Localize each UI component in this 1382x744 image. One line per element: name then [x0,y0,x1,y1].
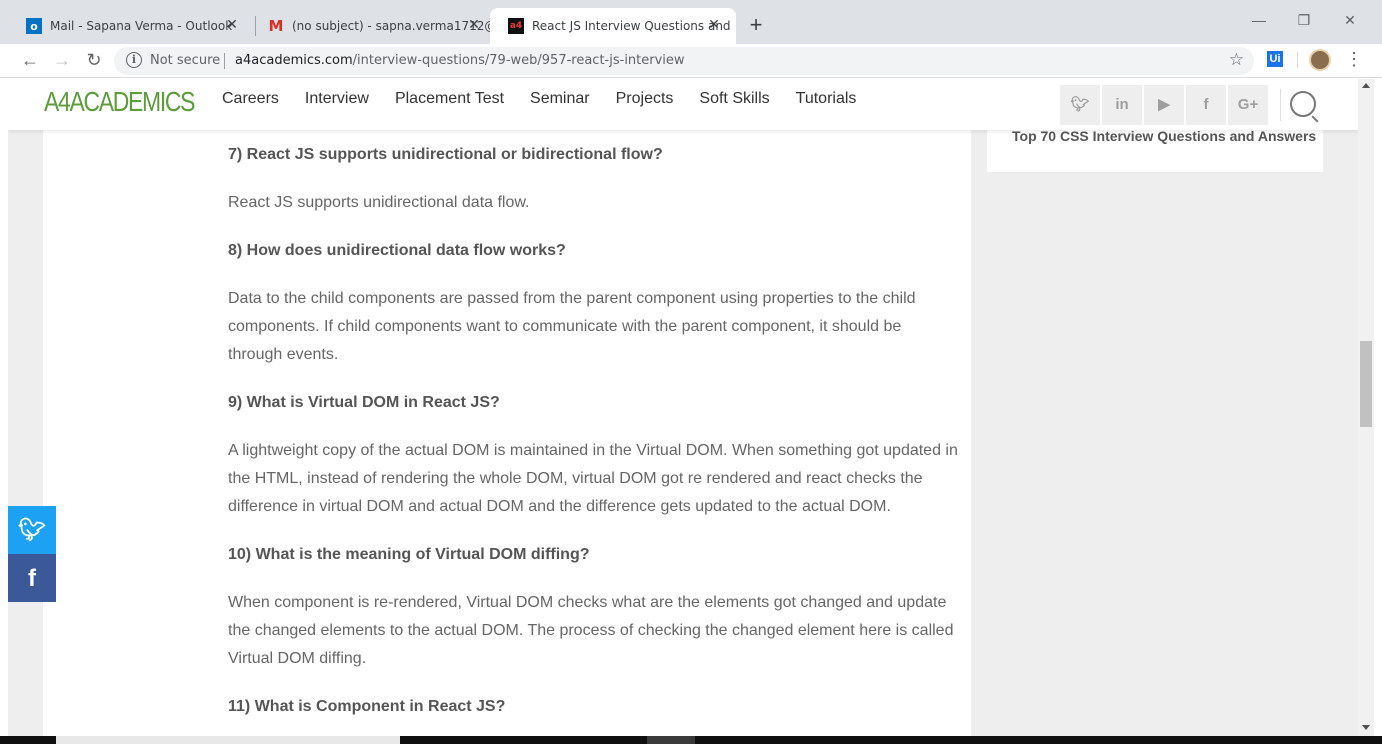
close-window-icon[interactable]: ✕ [1340,12,1360,29]
question-heading: 9) What is Virtual DOM in React JS? [228,394,500,411]
question-heading: 11) What is Component in React JS? [228,698,506,715]
answer-text: React JS supports unidirectional data fl… [228,194,530,211]
address-divider [224,53,225,69]
answer-text: When component is re-rendered, Virtual D… [228,594,954,667]
tab-title: Mail - Sapana Verma - Outlook [50,19,233,33]
tab-outlook[interactable]: o Mail - Sapana Verma - Outlook ✕ [8,8,254,44]
twitter-icon[interactable]: 🐦︎ [1060,85,1100,125]
bookmark-star-icon[interactable]: ☆ [1229,50,1244,70]
restore-icon[interactable]: ❐ [1294,12,1314,29]
menu-item-interview[interactable]: Interview [305,90,369,108]
close-tab-icon[interactable]: ✕ [466,17,482,33]
forward-icon[interactable]: → [50,48,74,72]
browser-menu-icon[interactable]: ⋮ [1345,49,1363,69]
tab-title: React JS Interview Questions and [532,19,731,33]
answer-text: A lightweight copy of the actual DOM is … [228,442,958,515]
back-icon[interactable]: ← [18,48,42,72]
question-heading: 7) React JS supports unidirectional or b… [228,146,663,163]
menu-item-placement-test[interactable]: Placement Test [395,90,504,108]
toolbar-divider [1297,52,1298,68]
main-menu: Careers Interview Placement Test Seminar… [222,90,882,108]
minimize-icon[interactable]: — [1249,12,1269,28]
reload-icon[interactable]: ↻ [82,48,106,72]
header-divider [1280,89,1281,121]
info-icon[interactable]: i [126,52,142,68]
menu-item-seminar[interactable]: Seminar [530,90,590,108]
scroll-up-arrow-icon[interactable] [1362,83,1370,88]
url-path: /interview-questions/79-web/957-react-js… [352,53,685,68]
scroll-down-arrow-icon[interactable] [1362,725,1370,730]
taskbar-search-box[interactable] [56,736,400,744]
linkedin-icon[interactable]: in [1102,85,1142,125]
related-article-link[interactable]: Top 70 CSS Interview Questions and Answe… [1012,128,1316,144]
menu-item-tutorials[interactable]: Tutorials [796,90,857,108]
facebook-icon[interactable]: f [1186,85,1226,125]
question-heading: 10) What is the meaning of Virtual DOM d… [228,546,590,563]
browser-toolbar: ← → ↻ i Not secure a4academics.com/inter… [0,44,1382,78]
article-content: 7) React JS supports unidirectional or b… [43,79,971,736]
site-header: A4ACADEMICS Careers Interview Placement … [8,79,1358,130]
scrollbar-thumb[interactable] [1360,341,1372,427]
close-tab-icon[interactable]: ✕ [706,17,722,33]
menu-item-projects[interactable]: Projects [616,90,674,108]
outlook-icon: o [26,18,42,34]
browser-tab-strip: o Mail - Sapana Verma - Outlook ✕ M (no … [0,0,1382,44]
os-taskbar [0,736,1382,744]
site-logo[interactable]: A4ACADEMICS [44,86,195,118]
google-plus-icon[interactable]: G+ [1228,85,1268,125]
vertical-scrollbar[interactable] [1358,79,1374,736]
answer-text: Data to the child components are passed … [228,290,916,363]
url-domain: a4academics.com [235,53,353,68]
search-icon[interactable] [1290,91,1316,117]
share-twitter-icon[interactable]: 🐦︎ [8,506,56,554]
url-text[interactable]: a4academics.com/interview-questions/79-w… [235,53,685,68]
close-tab-icon[interactable]: ✕ [224,17,240,33]
question-heading: 8) How does unidirectional data flow wor… [228,242,566,259]
gmail-icon: M [268,17,284,35]
share-facebook-icon[interactable]: f [8,554,56,602]
menu-item-soft-skills[interactable]: Soft Skills [699,90,769,108]
extension-ui-icon[interactable]: Ui [1267,51,1283,67]
address-bar[interactable]: i Not secure a4academics.com/interview-q… [114,47,1254,75]
page-viewport: 7) React JS supports unidirectional or b… [8,79,1358,736]
a4academics-favicon: a4 [508,18,524,34]
new-tab-button[interactable]: + [744,12,768,38]
menu-item-careers[interactable]: Careers [222,90,279,108]
security-label[interactable]: Not secure [150,53,220,68]
taskbar-active-app[interactable] [647,736,695,744]
profile-avatar[interactable] [1309,49,1331,71]
youtube-icon[interactable]: ▶ [1144,85,1184,125]
tab-react-interview[interactable]: a4 React JS Interview Questions and ✕ [490,8,736,44]
tab-gmail[interactable]: M (no subject) - sapna.verma1712@ ✕ [250,8,496,44]
